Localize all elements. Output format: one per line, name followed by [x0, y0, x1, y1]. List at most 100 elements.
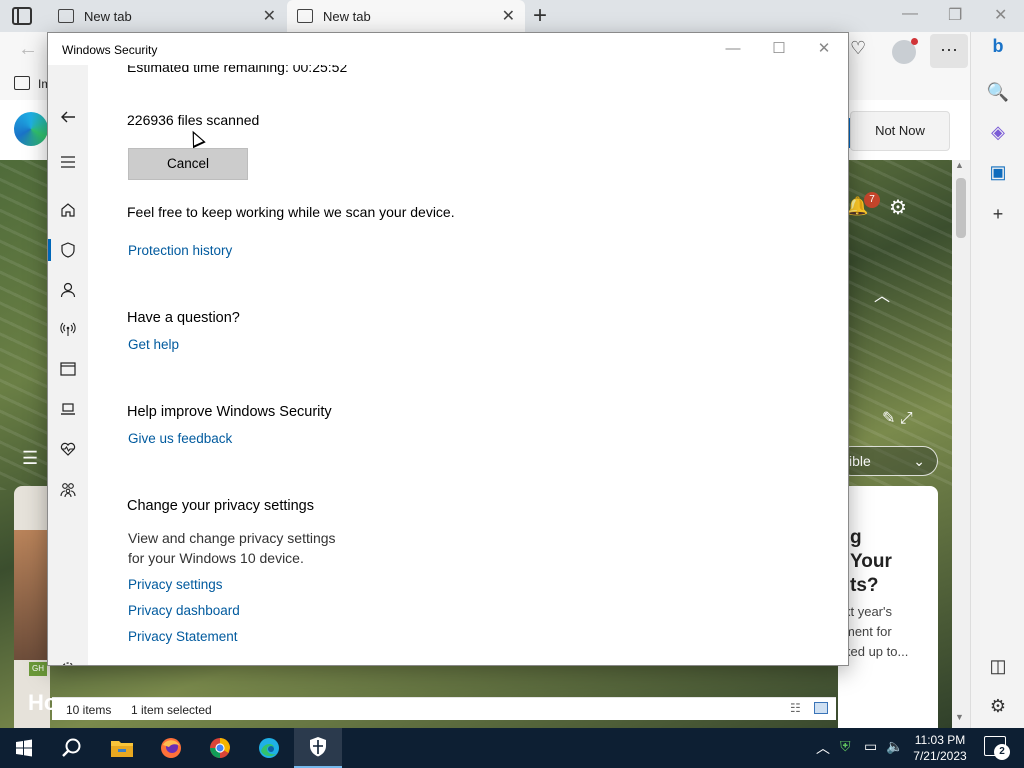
tab-actions-icon[interactable]	[12, 7, 32, 25]
taskbar-search-button[interactable]	[48, 728, 96, 768]
page-scrollbar[interactable]	[952, 160, 970, 728]
defender-tray-icon[interactable]: ⛨	[840, 738, 851, 755]
get-help-link[interactable]: Get help	[128, 337, 179, 352]
health-icon	[60, 442, 76, 456]
explorer-selection-count: 1 item selected	[131, 703, 212, 717]
file-explorer-icon	[111, 741, 133, 757]
virus-scan-content: Estimated time remaining: 00:25:52 22693…	[88, 65, 848, 665]
close-button[interactable]: ✕	[804, 38, 844, 62]
nav-virus-protection[interactable]	[48, 234, 88, 266]
scroll-down-arrow-icon[interactable]: ▼	[955, 712, 964, 722]
browser-back-icon[interactable]: ←	[18, 38, 38, 61]
not-now-button[interactable]: Not Now	[850, 111, 950, 151]
browser-restore-icon[interactable]: ❐	[948, 5, 962, 25]
device-security-icon	[61, 403, 75, 415]
browser-tab-1[interactable]: New tab ✕	[48, 0, 286, 32]
privacy-description: View and change privacy settings for you…	[128, 528, 336, 568]
add-sidebar-app-icon[interactable]: +	[971, 204, 1024, 225]
news-card[interactable]: g Your ts? xt year's ment for ked up to.…	[838, 486, 938, 728]
tab-page-icon	[58, 9, 74, 23]
window-title: Windows Security	[62, 43, 158, 57]
nav-family-options[interactable]	[48, 474, 88, 506]
browser-tab-2[interactable]: New tab ✕	[287, 0, 525, 32]
clock-date: 7/21/2023	[913, 749, 967, 763]
nav-device-security[interactable]	[48, 393, 88, 425]
start-button[interactable]	[0, 728, 48, 768]
large-icons-view-icon[interactable]	[814, 702, 828, 714]
back-button[interactable]	[48, 101, 88, 133]
tab-label: New tab	[84, 9, 132, 24]
sidebar-settings-icon[interactable]: ⚙	[971, 696, 1024, 717]
collapse-caret-icon[interactable]: ︿	[874, 282, 890, 306]
windows-security-window: Windows Security — ☐ ✕ Estimated time re…	[48, 33, 848, 665]
minimize-button[interactable]: —	[713, 38, 753, 62]
nav-app-browser-control[interactable]	[48, 353, 88, 385]
visibility-dropdown-label: ible	[849, 453, 871, 469]
system-clock[interactable]: 11:03 PM 7/21/2023	[906, 732, 974, 764]
search-icon	[62, 738, 81, 757]
have-a-question-heading: Have a question?	[127, 310, 240, 326]
scroll-thumb[interactable]	[956, 178, 966, 238]
chevron-down-icon: ⌄	[913, 453, 925, 469]
menu-button[interactable]	[48, 146, 88, 178]
title-bar[interactable]: Windows Security — ☐ ✕	[48, 33, 848, 65]
privacy-description-line: View and change privacy settings	[128, 530, 336, 546]
ntp-menu-icon[interactable]: ☰	[22, 448, 38, 469]
import-favorites-icon[interactable]	[14, 76, 30, 90]
cancel-scan-button[interactable]: Cancel	[128, 148, 248, 180]
nav-settings[interactable]	[48, 653, 88, 665]
nav-device-health[interactable]	[48, 433, 88, 465]
tools-icon[interactable]: ◈	[971, 122, 1024, 143]
give-feedback-link[interactable]: Give us feedback	[128, 431, 232, 446]
taskbar-app-file-explorer[interactable]	[98, 728, 146, 768]
bing-chat-icon[interactable]: b	[971, 36, 1024, 57]
details-view-icon[interactable]: ☷	[790, 701, 801, 715]
nav-account-protection[interactable]	[48, 274, 88, 306]
privacy-settings-link[interactable]: Privacy settings	[128, 577, 223, 592]
taskbar-app-windows-security[interactable]	[294, 728, 342, 768]
volume-muted-icon[interactable]: 🔈	[886, 738, 903, 755]
page-settings-icon[interactable]: ⚙	[889, 195, 907, 220]
headline-line: ts?	[850, 575, 879, 596]
outlook-icon[interactable]: ▣	[971, 162, 1024, 183]
privacy-dashboard-link[interactable]: Privacy dashboard	[128, 603, 240, 618]
taskbar: ︿ ⛨ ▭ 🔈 11:03 PM 7/21/2023 2	[0, 728, 1024, 768]
body-line: ment for	[844, 624, 892, 639]
taskbar-app-firefox[interactable]	[147, 728, 195, 768]
privacy-statement-link[interactable]: Privacy Statement	[128, 629, 238, 644]
taskbar-app-chrome[interactable]	[196, 728, 244, 768]
profile-avatar[interactable]	[892, 38, 918, 64]
body-line: xt year's	[844, 604, 892, 619]
scroll-up-arrow-icon[interactable]: ▲	[955, 160, 964, 170]
family-icon	[60, 483, 76, 498]
help-improve-heading: Help improve Windows Security	[127, 404, 332, 420]
keep-working-text: Feel free to keep working while we scan …	[127, 204, 455, 220]
tab-close-icon[interactable]: ✕	[502, 6, 515, 26]
taskbar-app-edge[interactable]	[245, 728, 293, 768]
browser-minimize-icon[interactable]: —	[902, 5, 918, 23]
account-icon	[60, 282, 76, 298]
visibility-dropdown[interactable]: ible ⌄	[836, 446, 938, 476]
search-icon[interactable]: 🔍	[971, 82, 1024, 103]
network-tray-icon[interactable]: ▭	[864, 738, 877, 755]
time-remaining-text: Estimated time remaining: 00:25:52	[127, 65, 348, 75]
protection-history-link[interactable]: Protection history	[128, 243, 232, 258]
settings-more-icon[interactable]: ···	[930, 34, 968, 68]
home-icon	[61, 203, 75, 217]
browser-essentials-icon[interactable]: ♡	[850, 38, 866, 59]
new-tab-plus-icon[interactable]: +	[533, 2, 547, 30]
edge-icon	[259, 738, 279, 758]
privacy-description-line: for your Windows 10 device.	[128, 550, 304, 566]
browser-close-icon[interactable]: ✕	[994, 5, 1007, 25]
hide-sidebar-icon[interactable]: ◫	[971, 656, 1024, 677]
news-card-headline: g Your ts?	[850, 526, 892, 598]
ntp-image-actions-icon[interactable]: ✎ ⤢	[882, 408, 913, 428]
nav-firewall[interactable]	[48, 313, 88, 345]
show-hidden-icons-icon[interactable]: ︿	[816, 738, 830, 758]
explorer-status-bar: 10 items 1 item selected ☷	[52, 697, 836, 720]
maximize-button[interactable]: ☐	[759, 38, 799, 62]
nav-home[interactable]	[48, 194, 88, 226]
menu-icon	[61, 156, 75, 168]
chrome-icon	[210, 738, 230, 758]
tab-close-icon[interactable]: ✕	[263, 6, 276, 26]
